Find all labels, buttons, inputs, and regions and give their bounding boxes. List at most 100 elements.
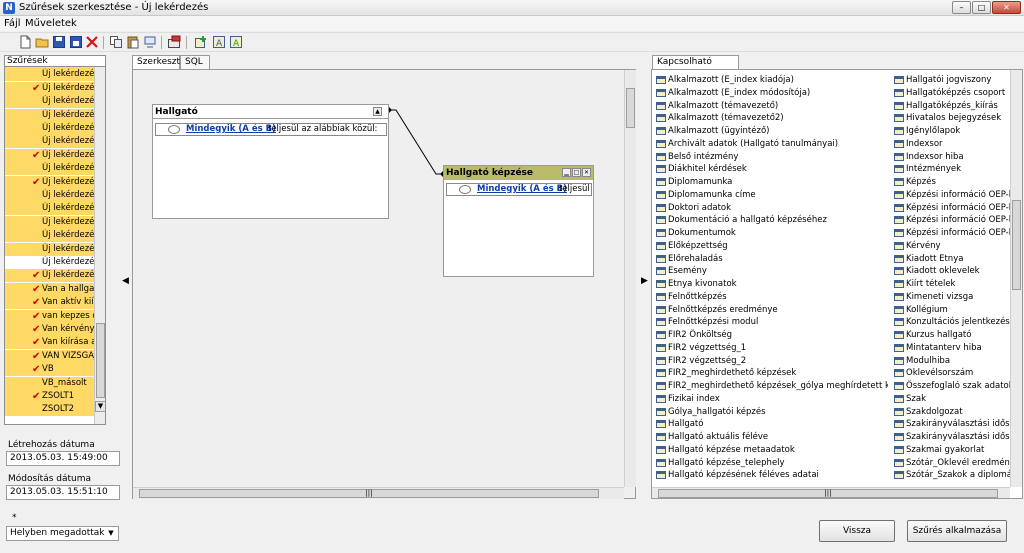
filter-list-item[interactable]: ✔Van kiírása a hallg	[5, 336, 105, 350]
scroll-thumb[interactable]: |||	[658, 489, 998, 498]
linkable-table-item[interactable]: Etnya kivonatok	[656, 278, 888, 291]
filters-list-scrollbar[interactable]: ▲ ▼	[94, 67, 105, 424]
linkable-table-item[interactable]: FIR2_meghirdethető képzések_gólya meghír…	[656, 380, 888, 393]
scroll-thumb[interactable]: |||	[139, 489, 599, 498]
filter-list-item[interactable]: Új lekérdezés	[5, 229, 105, 243]
condition-row[interactable]: Mindegyik (A és B) teljesül az alábbiak …	[155, 123, 387, 136]
filter-list-item[interactable]: ✔ Új lekérdezés	[5, 148, 105, 162]
filter-list-item[interactable]: ✔ ZSOLT1	[5, 390, 105, 403]
linkable-table-item[interactable]: Hallgató aktuális féléve	[656, 431, 888, 444]
tab-editor[interactable]: Szerkesztő	[132, 55, 186, 69]
filter-list-item[interactable]: ✔ Van aktív kiírása	[5, 296, 105, 310]
linkable-table-item[interactable]: Szakirányválasztási időszakok	[894, 418, 1010, 431]
linkable-table-item[interactable]: Hallgató képzése metaadatok	[656, 444, 888, 457]
linkable-table-item[interactable]: Esemény	[656, 265, 888, 278]
condition-row[interactable]: Mindegyik (A és B) teljesül az	[446, 183, 592, 196]
linkable-table-item[interactable]: Diplomamunka címe	[656, 189, 888, 202]
editor-vertical-scrollbar[interactable]	[624, 70, 636, 487]
linkable-table-item[interactable]: Alkalmazott (E_index kiadója)	[656, 74, 888, 87]
condition-operator-link[interactable]: Mindegyik (A és B)	[186, 124, 276, 135]
linkable-table-item[interactable]: Indexsor	[894, 138, 1010, 151]
condition-operator-link[interactable]: Mindegyik (A és B)	[477, 184, 567, 195]
linkable-table-item[interactable]: Diákhitel kérdések	[656, 163, 888, 176]
query-canvas[interactable]: Hallgató ▲ Mindegyik (A és B) teljesül a…	[133, 70, 624, 487]
linkable-table-item[interactable]: Hallgatóképzés_kiírás	[894, 100, 1010, 113]
menu-actions[interactable]: Műveletek	[25, 18, 77, 29]
collapse-left-panel-icon[interactable]: ◀	[121, 271, 130, 291]
minimize-button[interactable]: –	[952, 1, 971, 14]
filter-list-item[interactable]: Új lekérdezés	[5, 122, 105, 135]
linkable-table-item[interactable]: Diplomamunka	[656, 176, 888, 189]
linkable-table-item[interactable]: Felnőttképzési modul	[656, 316, 888, 329]
tab-sql[interactable]: SQL	[180, 55, 210, 69]
new-document-icon[interactable]	[18, 35, 32, 49]
save-as-icon[interactable]	[69, 35, 83, 49]
linkable-table-item[interactable]: Doktori adatok	[656, 202, 888, 215]
linkable-table-item[interactable]: Szakmai gyakorlat	[894, 444, 1010, 457]
close-button[interactable]: ✕	[992, 1, 1021, 14]
linkable-table-item[interactable]: Képzési információ OEP-hez (O	[894, 214, 1010, 227]
tables-vertical-scrollbar[interactable]	[1010, 70, 1022, 487]
tab-linkable-tables[interactable]: Kapcsolható táblák	[652, 55, 739, 80]
linkable-table-item[interactable]: Kérvény	[894, 240, 1010, 253]
linkable-table-item[interactable]: Fizikai index	[656, 393, 888, 406]
filter-source-select[interactable]: Helyben megadottak ▼	[6, 526, 119, 541]
editor-horizontal-scrollbar[interactable]: |||	[133, 487, 624, 499]
linkable-table-item[interactable]: Összefoglaló szak adatok	[894, 380, 1010, 393]
linkable-table-item[interactable]: Archivált adatok (Hallgató tanulmányai)	[656, 138, 888, 151]
linkable-table-item[interactable]: Konzultációs jelentkezések	[894, 316, 1010, 329]
filter-list-item[interactable]: Új lekérdezés	[5, 242, 105, 256]
linkable-table-item[interactable]: Képzési információ OEP-hez (O	[894, 202, 1010, 215]
export-icon[interactable]	[143, 35, 157, 49]
filter-list-item[interactable]: ✔ VB	[5, 363, 105, 377]
linkable-table-item[interactable]: Alkalmazott (E_index módosítója)	[656, 87, 888, 100]
linkable-table-item[interactable]: Mintatanterv hiba	[894, 342, 1010, 355]
linkable-table-item[interactable]: Alkalmazott (témavezető2)	[656, 112, 888, 125]
scroll-thumb[interactable]	[626, 88, 635, 128]
filter-list-item[interactable]: ✔van kepzes de nin	[5, 309, 105, 323]
linkable-table-item[interactable]: Hallgatói jogviszony	[894, 74, 1010, 87]
filter-list-item[interactable]: Új lekérdezés	[5, 135, 105, 149]
linkable-table-item[interactable]: Szótár_Szakok a diplomához	[894, 469, 1010, 482]
linkable-table-item[interactable]: Hallgató	[656, 418, 888, 431]
linkable-table-item[interactable]: Gólya_hallgatói képzés	[656, 406, 888, 419]
filter-settings-icon[interactable]	[167, 35, 181, 49]
filter-list-item[interactable]: VB_másolt	[5, 376, 105, 390]
filter-list-item[interactable]: Új lekérdezés	[5, 162, 105, 176]
delete-icon[interactable]	[85, 35, 99, 49]
filter-list-item[interactable]: ✔ Van kérvénye	[5, 323, 105, 336]
node-maximize-icon[interactable]: □	[572, 168, 581, 177]
linkable-table-item[interactable]: Kollégium	[894, 304, 1010, 317]
linkable-table-item[interactable]: Oklevélsorszám	[894, 367, 1010, 380]
filter-list-item[interactable]: Új lekérdezés	[5, 202, 105, 216]
maximize-button[interactable]: □	[972, 1, 991, 14]
filter-list-item[interactable]: ✔ Új lekérdezés	[5, 175, 105, 189]
linkable-table-item[interactable]: FIR2 végzettség_1	[656, 342, 888, 355]
linkable-table-item[interactable]: Dokumentumok	[656, 227, 888, 240]
linkable-table-item[interactable]: Hivatalos bejegyzések	[894, 112, 1010, 125]
back-button[interactable]: Vissza	[819, 520, 895, 542]
filter-list-item[interactable]: Új lekérdezés	[5, 68, 105, 82]
filters-list[interactable]: Új lekérdezésÚj lekérdezés✔Új lekérdezés…	[4, 67, 106, 425]
add-condition-icon[interactable]: A	[212, 35, 226, 49]
linkable-table-item[interactable]: Dokumentáció a hallgató képzéséhez	[656, 214, 888, 227]
linkable-table-item[interactable]: Felnőttképzés	[656, 291, 888, 304]
scroll-thumb[interactable]	[96, 323, 105, 398]
linkable-table-item[interactable]: Szakirányválasztási időszakok	[894, 431, 1010, 444]
filter-list-item[interactable]: ✔Új lekérdezés0307	[5, 269, 105, 283]
tables-horizontal-scrollbar[interactable]: |||	[652, 487, 1010, 498]
filter-list-item[interactable]: ✔VAN VIZSGAJELEN	[5, 349, 105, 363]
add-table-icon[interactable]	[194, 35, 208, 49]
linkable-table-item[interactable]: Igénylőlapok	[894, 125, 1010, 138]
linkable-table-item[interactable]: Hallgató képzésének féléves adatai	[656, 469, 888, 482]
linkable-table-item[interactable]: Alkalmazott (ügyintéző)	[656, 125, 888, 138]
linkable-table-item[interactable]: Indexsor hiba	[894, 151, 1010, 164]
chevron-down-icon[interactable]: ▼	[105, 528, 117, 539]
collapse-node-icon[interactable]: ▲	[373, 107, 382, 116]
filter-list-item[interactable]: Új lekérdezés	[5, 108, 105, 122]
open-folder-icon[interactable]	[35, 35, 49, 49]
linkable-table-item[interactable]: Intézmények	[894, 163, 1010, 176]
linkable-table-item[interactable]: Képzési információ OEP-hez (O	[894, 189, 1010, 202]
linkable-table-item[interactable]: Előrehaladás	[656, 253, 888, 266]
linkable-table-item[interactable]: FIR2_meghirdethető képzések	[656, 367, 888, 380]
